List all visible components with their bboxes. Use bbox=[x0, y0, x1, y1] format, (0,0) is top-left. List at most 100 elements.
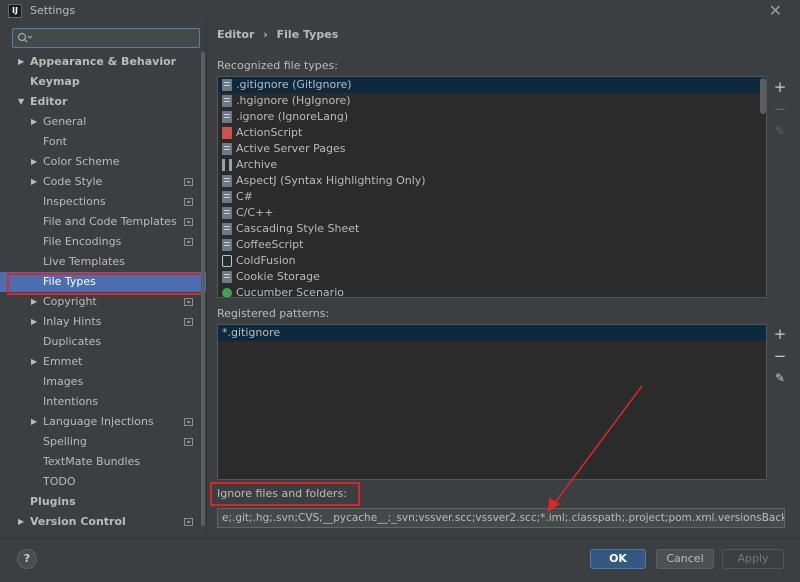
list-item[interactable]: *.gitignore bbox=[218, 325, 766, 341]
tree-item-color-scheme[interactable]: ▶ Color Scheme bbox=[0, 152, 206, 172]
list-item[interactable]: .ignore (IgnoreLang) bbox=[218, 109, 766, 125]
breadcrumb-file-types: File Types bbox=[276, 28, 339, 41]
chevron-right-icon: ▶ bbox=[18, 57, 25, 66]
chevron-right-icon: ▶ bbox=[31, 317, 38, 326]
tree-item-file-code-templates[interactable]: File and Code Templates bbox=[0, 212, 206, 232]
coldfusion-icon bbox=[222, 255, 232, 267]
settings-sidebar: ▶ Appearance & Behavior Keymap ▼ Editor … bbox=[0, 22, 206, 538]
remove-pattern-button[interactable]: − bbox=[769, 345, 791, 367]
tree-item-intentions[interactable]: Intentions bbox=[0, 392, 206, 412]
help-button[interactable]: ? bbox=[17, 549, 37, 569]
list-item[interactable]: C/C++ bbox=[218, 205, 766, 221]
tree-item-duplicates[interactable]: Duplicates bbox=[0, 332, 206, 352]
tree-item-code-style[interactable]: ▶ Code Style bbox=[0, 172, 206, 192]
remove-file-type-button[interactable]: − bbox=[769, 98, 791, 120]
search-icon bbox=[17, 32, 33, 43]
recognized-file-types-label: Recognized file types: bbox=[217, 59, 338, 72]
tree-item-general[interactable]: ▶ General bbox=[0, 112, 206, 132]
settings-tree: ▶ Appearance & Behavior Keymap ▼ Editor … bbox=[0, 52, 206, 532]
chevron-right-icon: ▶ bbox=[31, 357, 38, 366]
file-types-scrollbar[interactable] bbox=[760, 78, 766, 114]
tree-item-inlay-hints[interactable]: ▶ Inlay Hints bbox=[0, 312, 206, 332]
list-item[interactable]: C# bbox=[218, 189, 766, 205]
edit-pattern-button[interactable]: ✎ bbox=[769, 367, 791, 389]
file-icon bbox=[222, 239, 232, 251]
tree-item-spelling[interactable]: Spelling bbox=[0, 432, 206, 452]
edit-file-type-button[interactable]: ✎ bbox=[769, 120, 791, 142]
list-item[interactable]: Cookie Storage bbox=[218, 269, 766, 285]
close-icon[interactable]: ✕ bbox=[769, 1, 782, 20]
add-file-type-button[interactable]: + bbox=[769, 76, 791, 98]
cucumber-icon bbox=[222, 288, 232, 297]
list-item[interactable]: .gitignore (GitIgnore) bbox=[218, 77, 766, 93]
tree-item-font[interactable]: Font bbox=[0, 132, 206, 152]
tree-item-todo[interactable]: TODO bbox=[0, 472, 206, 492]
chevron-right-icon: ▶ bbox=[31, 177, 38, 186]
patterns-toolbar: + − ✎ bbox=[769, 323, 791, 389]
apply-button[interactable]: Apply bbox=[722, 549, 784, 569]
tree-item-keymap[interactable]: Keymap bbox=[0, 72, 206, 92]
registered-patterns-list[interactable]: *.gitignore bbox=[217, 324, 767, 480]
intellij-logo-icon: IJ bbox=[8, 4, 22, 18]
tree-item-inspections[interactable]: Inspections bbox=[0, 192, 206, 212]
search-input[interactable] bbox=[12, 28, 200, 48]
recognized-file-types-list[interactable]: .gitignore (GitIgnore) .hgignore (HgIgno… bbox=[217, 76, 767, 298]
file-icon bbox=[222, 95, 232, 107]
file-icon bbox=[222, 207, 232, 219]
file-icon bbox=[222, 79, 232, 91]
project-config-icon bbox=[184, 238, 193, 246]
registered-patterns-label: Registered patterns: bbox=[217, 307, 330, 320]
tree-item-language-injections[interactable]: ▶ Language Injections bbox=[0, 412, 206, 432]
tree-item-file-types[interactable]: File Types bbox=[0, 272, 206, 292]
list-item[interactable]: CoffeeScript bbox=[218, 237, 766, 253]
tree-item-images[interactable]: Images bbox=[0, 372, 206, 392]
file-icon bbox=[222, 191, 232, 203]
list-item[interactable]: Cucumber Scenario bbox=[218, 285, 766, 297]
list-item[interactable]: ActionScript bbox=[218, 125, 766, 141]
list-item[interactable]: Cascading Style Sheet bbox=[218, 221, 766, 237]
chevron-right-icon: ▶ bbox=[31, 297, 38, 306]
breadcrumb: Editor › File Types bbox=[217, 28, 343, 41]
list-item[interactable]: Archive bbox=[218, 157, 766, 173]
project-config-icon bbox=[184, 218, 193, 226]
chevron-down-icon: ▼ bbox=[18, 97, 25, 106]
list-item[interactable]: .hgignore (HgIgnore) bbox=[218, 93, 766, 109]
ignore-files-input[interactable]: e;.git;.hg;.svn;CVS;__pycache__;_svn;vss… bbox=[217, 508, 785, 528]
list-item[interactable]: Active Server Pages bbox=[218, 141, 766, 157]
add-pattern-button[interactable]: + bbox=[769, 323, 791, 345]
tree-item-version-control[interactable]: ▶ Version Control bbox=[0, 512, 206, 532]
tree-item-plugins[interactable]: Plugins bbox=[0, 492, 206, 512]
cancel-button[interactable]: Cancel bbox=[656, 549, 714, 569]
list-item[interactable]: AspectJ (Syntax Highlighting Only) bbox=[218, 173, 766, 189]
project-config-icon bbox=[184, 318, 193, 326]
chevron-right-icon: ▶ bbox=[31, 417, 38, 426]
chevron-right-icon: ▶ bbox=[31, 117, 38, 126]
tree-item-file-encodings[interactable]: File Encodings bbox=[0, 232, 206, 252]
chevron-right-icon: ▶ bbox=[31, 157, 38, 166]
project-config-icon bbox=[184, 418, 193, 426]
dialog-button-bar: ? OK Cancel Apply bbox=[0, 538, 800, 582]
file-types-toolbar: + − ✎ bbox=[769, 76, 791, 142]
title-bar: IJ Settings ✕ bbox=[0, 0, 800, 22]
file-icon bbox=[222, 223, 232, 235]
project-config-icon bbox=[184, 178, 193, 186]
file-icon bbox=[222, 175, 232, 187]
sidebar-scrollbar[interactable] bbox=[201, 52, 205, 526]
tree-item-copyright[interactable]: ▶ Copyright bbox=[0, 292, 206, 312]
ignore-files-label: Ignore files and folders: bbox=[217, 487, 348, 500]
archive-icon bbox=[222, 159, 232, 171]
tree-item-live-templates[interactable]: Live Templates bbox=[0, 252, 206, 272]
tree-item-textmate-bundles[interactable]: TextMate Bundles bbox=[0, 452, 206, 472]
window-title: Settings bbox=[30, 4, 76, 17]
project-config-icon bbox=[184, 518, 193, 526]
tree-item-editor[interactable]: ▼ Editor bbox=[0, 92, 206, 112]
breadcrumb-editor[interactable]: Editor bbox=[217, 28, 254, 41]
file-icon bbox=[222, 271, 232, 283]
tree-item-emmet[interactable]: ▶ Emmet bbox=[0, 352, 206, 372]
file-types-panel: Editor › File Types Recognized file type… bbox=[206, 22, 800, 538]
list-item[interactable]: ColdFusion bbox=[218, 253, 766, 269]
ignore-files-label-container: Ignore files and folders: bbox=[210, 482, 360, 506]
tree-item-appearance-behavior[interactable]: ▶ Appearance & Behavior bbox=[0, 52, 206, 72]
ok-button[interactable]: OK bbox=[590, 549, 646, 569]
chevron-right-icon: ▶ bbox=[18, 517, 25, 526]
